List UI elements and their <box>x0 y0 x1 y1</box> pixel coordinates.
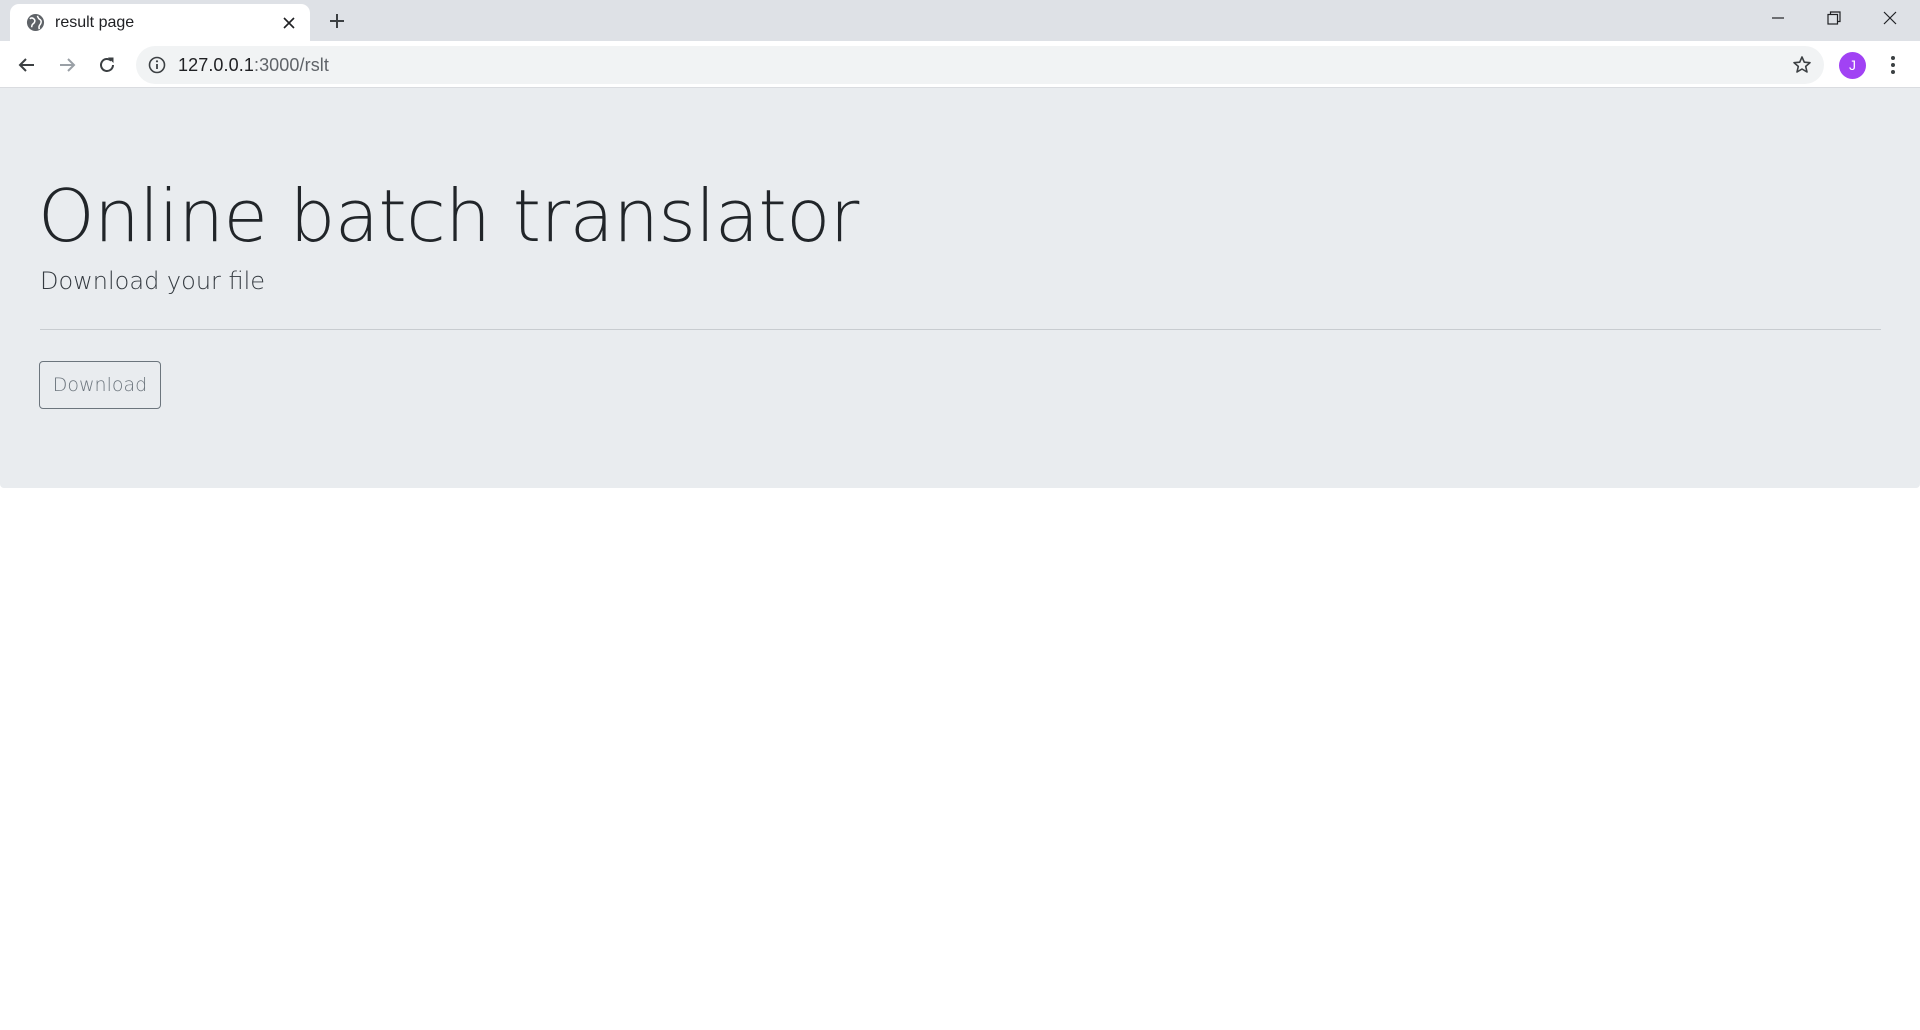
forward-arrow-icon[interactable] <box>51 49 83 81</box>
browser-toolbar: 127.0.0.1:3000/rslt J <box>0 41 1920 88</box>
page-subtitle: Download your file <box>40 267 266 295</box>
tab-strip: result page <box>0 0 1920 41</box>
reload-icon[interactable] <box>91 49 123 81</box>
url-host: 127.0.0.1 <box>178 55 254 75</box>
close-tab-icon[interactable] <box>279 13 298 32</box>
close-window-icon[interactable] <box>1862 0 1918 36</box>
jumbotron: Online batch translator Download your fi… <box>0 88 1920 488</box>
restore-icon[interactable] <box>1806 0 1862 36</box>
download-button[interactable]: Download <box>39 361 161 409</box>
tab-title: result page <box>55 14 135 31</box>
browser-tab[interactable]: result page <box>10 4 310 41</box>
url-path: :3000/rslt <box>253 55 330 75</box>
page-viewport: Online batch translator Download your fi… <box>0 88 1920 1030</box>
url-text[interactable]: 127.0.0.1:3000/rslt <box>178 46 329 84</box>
globe-icon <box>26 13 45 32</box>
divider <box>40 329 1881 330</box>
page-title: Online batch translator <box>38 174 859 258</box>
profile-avatar[interactable]: J <box>1839 52 1866 79</box>
address-bar[interactable]: 127.0.0.1:3000/rslt <box>136 46 1824 84</box>
back-arrow-icon[interactable] <box>11 49 43 81</box>
minimize-icon[interactable] <box>1750 0 1806 36</box>
info-icon[interactable] <box>148 56 166 74</box>
new-tab-icon[interactable] <box>325 9 349 33</box>
bookmark-star-icon[interactable] <box>1792 55 1812 75</box>
menu-kebab-icon[interactable] <box>1880 51 1906 79</box>
